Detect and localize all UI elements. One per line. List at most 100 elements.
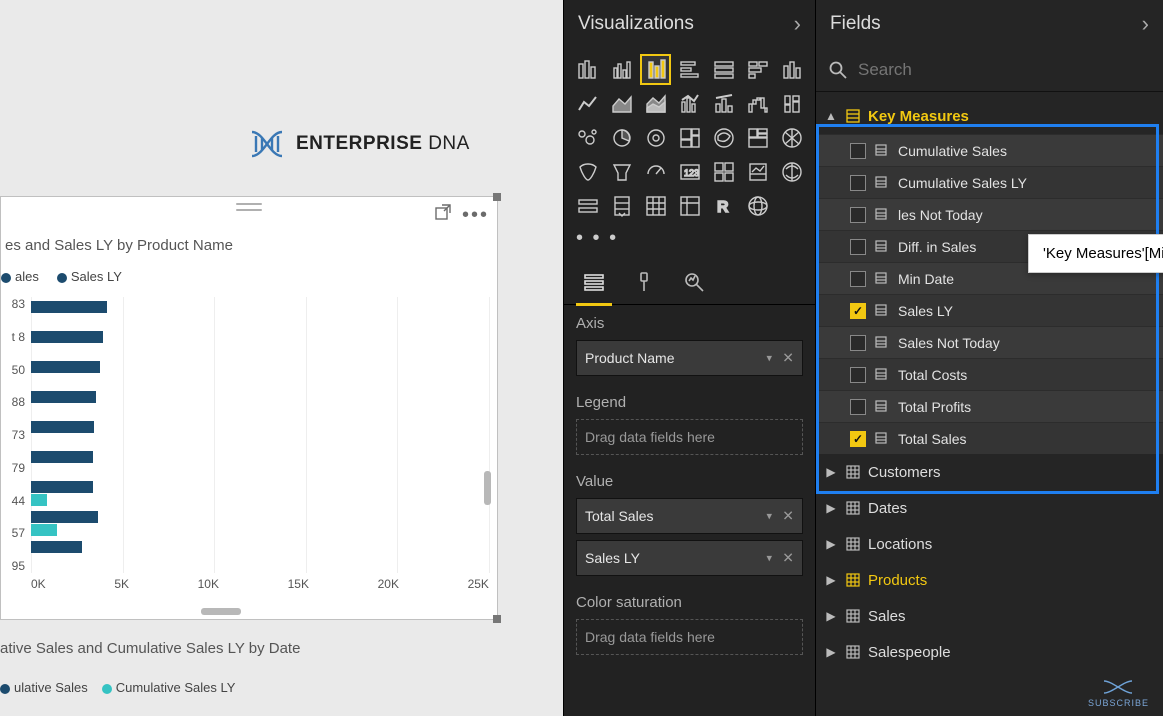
- checkbox[interactable]: [850, 367, 866, 383]
- chart-scroll-h[interactable]: [201, 608, 241, 615]
- checkbox[interactable]: [850, 175, 866, 191]
- field-cumulative-sales-ly[interactable]: Cumulative Sales LY: [816, 166, 1163, 198]
- fields-tab[interactable]: [580, 268, 608, 296]
- format-tab[interactable]: [630, 268, 658, 296]
- visualizations-header[interactable]: Visualizations ›: [564, 0, 815, 48]
- viz-type-30[interactable]: [640, 190, 671, 221]
- fields-header[interactable]: Fields ›: [816, 0, 1163, 48]
- bar-series1[interactable]: [31, 541, 82, 553]
- viz-type-13[interactable]: [776, 88, 807, 119]
- more-options-icon[interactable]: •••: [462, 210, 489, 220]
- field-cumulative-sales[interactable]: Cumulative Sales: [816, 134, 1163, 166]
- legend-label: Legend: [576, 394, 803, 411]
- viz-type-31[interactable]: [674, 190, 705, 221]
- chevron-right-icon[interactable]: ›: [794, 11, 801, 37]
- bar-series1[interactable]: [31, 421, 94, 433]
- field-sales-not-today[interactable]: Sales Not Today: [816, 326, 1163, 358]
- chart-visual[interactable]: ••• es and Sales LY by Product Name ales…: [0, 196, 498, 620]
- viz-type-17[interactable]: [674, 122, 705, 153]
- search-input[interactable]: [858, 60, 1151, 80]
- legend-well[interactable]: Drag data fields here: [576, 419, 803, 455]
- color-saturation-well[interactable]: Drag data fields here: [576, 619, 803, 655]
- viz-type-7[interactable]: [572, 88, 603, 119]
- field-tooltip: 'Key Measures'[Min Date]: [1028, 234, 1163, 273]
- table-label: Sales: [868, 608, 906, 625]
- bar-series1[interactable]: [31, 481, 93, 493]
- chevron-right-icon[interactable]: ›: [1142, 11, 1149, 37]
- axis-well[interactable]: Product Name ▾ ✕: [576, 340, 803, 376]
- field-les-not-today[interactable]: les Not Today: [816, 198, 1163, 230]
- bar-row: [31, 537, 489, 567]
- viz-type-24[interactable]: 123: [674, 156, 705, 187]
- field-total-profits[interactable]: Total Profits: [816, 390, 1163, 422]
- table-key-measures[interactable]: ▲ Key Measures: [816, 98, 1163, 134]
- viz-type-20[interactable]: [776, 122, 807, 153]
- bar-series1[interactable]: [31, 361, 100, 373]
- viz-type-21[interactable]: [572, 156, 603, 187]
- table-customers[interactable]: ▶Customers: [816, 454, 1163, 490]
- viz-type-16[interactable]: [640, 122, 671, 153]
- viz-type-33[interactable]: [742, 190, 773, 221]
- checkbox[interactable]: [850, 207, 866, 223]
- checkbox[interactable]: [850, 303, 866, 319]
- bar-series2[interactable]: [31, 494, 47, 506]
- measure-icon: [874, 143, 890, 159]
- viz-type-23[interactable]: [640, 156, 671, 187]
- viz-type-9[interactable]: [640, 88, 671, 119]
- checkbox[interactable]: [850, 335, 866, 351]
- viz-type-25[interactable]: [708, 156, 739, 187]
- chart-title: es and Sales LY by Product Name: [5, 237, 233, 254]
- viz-type-3[interactable]: [674, 54, 705, 85]
- checkbox[interactable]: [850, 271, 866, 287]
- viz-type-12[interactable]: [742, 88, 773, 119]
- table-sales[interactable]: ▶Sales: [816, 598, 1163, 634]
- viz-type-22[interactable]: [606, 156, 637, 187]
- resize-handle-tr[interactable]: [493, 193, 501, 201]
- chart-scroll-v[interactable]: [484, 471, 491, 505]
- viz-type-27[interactable]: [776, 156, 807, 187]
- viz-type-10[interactable]: [674, 88, 705, 119]
- bar-series1[interactable]: [31, 451, 93, 463]
- bar-series1[interactable]: [31, 331, 103, 343]
- focus-mode-icon[interactable]: [434, 203, 452, 226]
- field-total-costs[interactable]: Total Costs: [816, 358, 1163, 390]
- checkbox[interactable]: [850, 399, 866, 415]
- bar-series1[interactable]: [31, 301, 107, 313]
- viz-type-2[interactable]: [640, 54, 671, 85]
- more-visuals-icon[interactable]: • • •: [564, 223, 815, 258]
- viz-type-18[interactable]: [708, 122, 739, 153]
- viz-type-5[interactable]: [742, 54, 773, 85]
- viz-type-29[interactable]: [606, 190, 637, 221]
- table-products[interactable]: ▶Products: [816, 562, 1163, 598]
- viz-type-1[interactable]: [606, 54, 637, 85]
- viz-type-32[interactable]: R: [708, 190, 739, 221]
- checkbox[interactable]: [850, 239, 866, 255]
- analytics-tab[interactable]: [680, 268, 708, 296]
- checkbox[interactable]: [850, 143, 866, 159]
- bar-series1[interactable]: [31, 511, 98, 523]
- viz-type-15[interactable]: [606, 122, 637, 153]
- value-well-total-sales[interactable]: Total Sales▾✕: [576, 498, 803, 534]
- fields-search[interactable]: [816, 48, 1163, 92]
- viz-type-4[interactable]: [708, 54, 739, 85]
- resize-handle-br[interactable]: [493, 615, 501, 623]
- table-salespeople[interactable]: ▶Salespeople: [816, 634, 1163, 670]
- subscribe-badge[interactable]: SUBSCRIBE: [1088, 678, 1149, 708]
- viz-type-26[interactable]: [742, 156, 773, 187]
- viz-type-0[interactable]: [572, 54, 603, 85]
- viz-type-8[interactable]: [606, 88, 637, 119]
- bar-series1[interactable]: [31, 391, 96, 403]
- checkbox[interactable]: [850, 431, 866, 447]
- viz-type-14[interactable]: [572, 122, 603, 153]
- bar-series2[interactable]: [31, 524, 57, 536]
- viz-type-19[interactable]: [742, 122, 773, 153]
- viz-type-11[interactable]: [708, 88, 739, 119]
- field-sales-ly[interactable]: Sales LY: [816, 294, 1163, 326]
- field-total-sales[interactable]: Total Sales: [816, 422, 1163, 454]
- viz-type-28[interactable]: [572, 190, 603, 221]
- table-dates[interactable]: ▶Dates: [816, 490, 1163, 526]
- value-well-sales-ly[interactable]: Sales LY▾✕: [576, 540, 803, 576]
- move-handle[interactable]: [236, 203, 262, 211]
- table-locations[interactable]: ▶Locations: [816, 526, 1163, 562]
- viz-type-6[interactable]: [776, 54, 807, 85]
